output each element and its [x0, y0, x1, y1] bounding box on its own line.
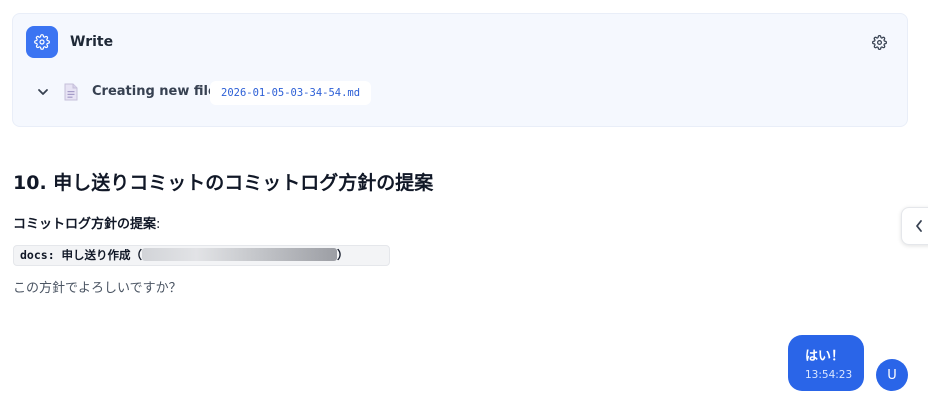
redacted-area: [142, 248, 338, 261]
confirmation-question: この方針でよろしいですか？: [13, 281, 182, 296]
settings-gear-icon[interactable]: [871, 34, 887, 50]
chevron-left-icon: [916, 220, 922, 232]
file-action-label: Creating new file:: [92, 84, 223, 99]
tool-call-card: Write Creating new file: 2026-01-05-03-3…: [12, 13, 908, 127]
side-panel-toggle-button[interactable]: [901, 207, 928, 245]
tool-title: Write: [70, 34, 114, 50]
subheading-colon: :: [156, 217, 161, 232]
code-prefix: docs: 申し送り作成（: [20, 248, 143, 262]
code-suffix: ）: [337, 248, 349, 262]
message-timestamp: 13:54:23: [805, 369, 853, 381]
user-message-text: はい！: [805, 349, 845, 364]
subheading-text: コミットログ方針の提案: [13, 217, 157, 232]
section-heading: 10. 申し送りコミットのコミットログ方針の提案: [13, 172, 434, 194]
document-icon: [64, 83, 78, 101]
user-message-bubble: はい！ 13:54:23: [788, 335, 864, 391]
proposal-subheading: コミットログ方針の提案:: [13, 213, 160, 232]
avatar: U: [876, 359, 908, 391]
file-name-chip: 2026-01-05-03-34-54.md: [210, 81, 372, 105]
tool-gear-icon: [26, 26, 58, 58]
chevron-down-icon[interactable]: [35, 84, 51, 100]
commit-message-code: docs: 申し送り作成（ ）: [13, 245, 390, 266]
